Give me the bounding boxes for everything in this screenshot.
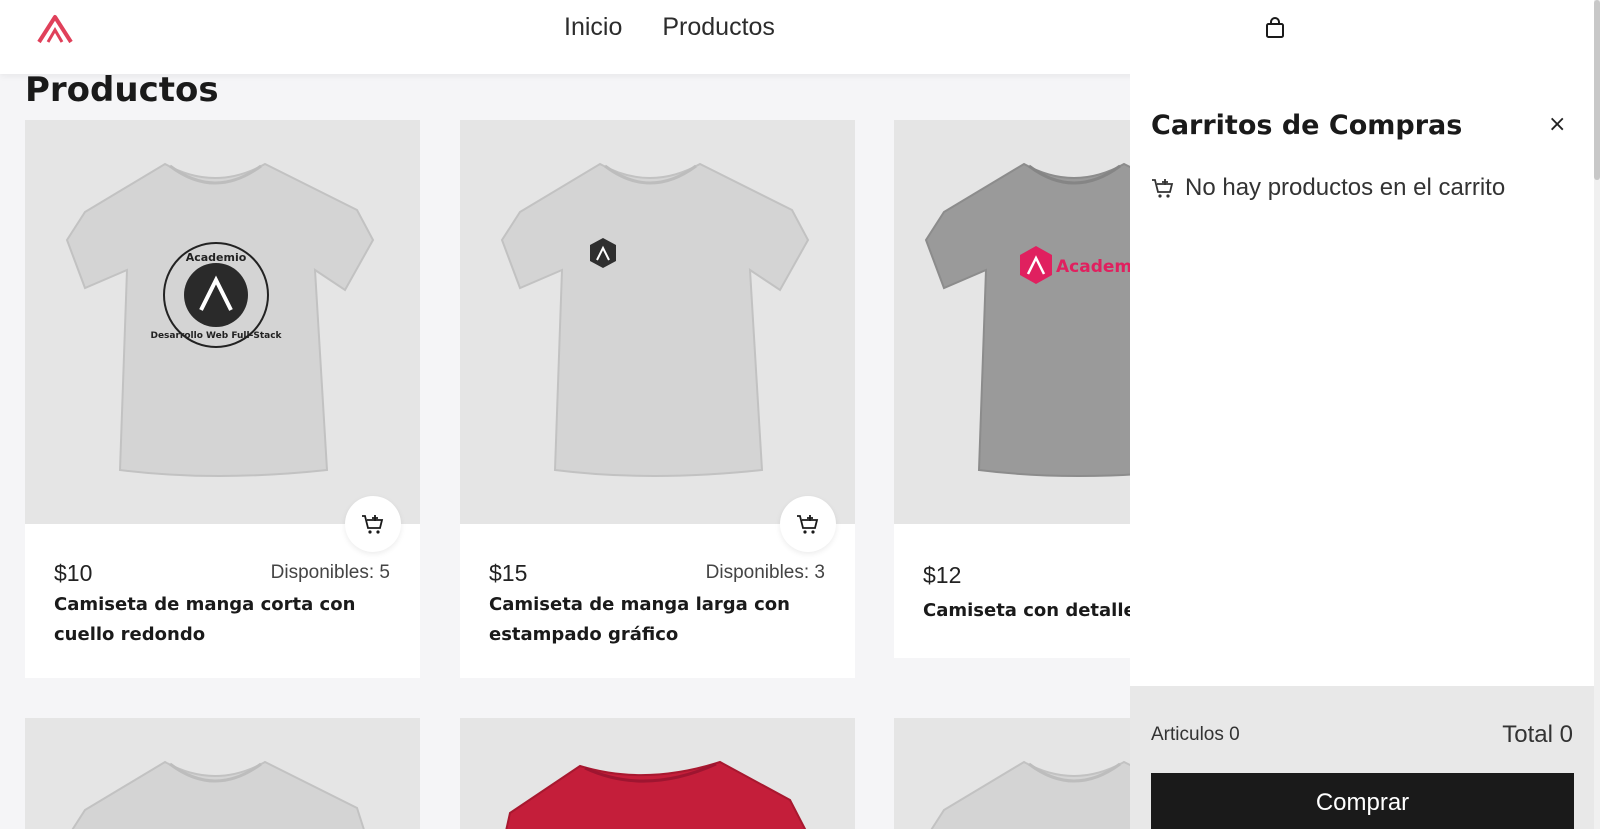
add-to-cart-button[interactable] — [780, 496, 836, 552]
cart-title: Carritos de Compras — [1151, 110, 1463, 141]
cart-total: Total 0 — [1502, 721, 1573, 748]
logo-icon[interactable] — [36, 14, 74, 44]
cart-drawer: Carritos de Compras × No hay productos e… — [1130, 74, 1594, 829]
cart-articles-count: Articulos 0 — [1151, 724, 1240, 745]
product-price: $12 — [923, 562, 962, 588]
cart-empty-message: No hay productos en el carrito — [1185, 174, 1506, 201]
close-icon[interactable]: × — [1548, 112, 1566, 137]
badge-text-bottom: Desarrollo Web Full-Stack — [150, 331, 282, 341]
product-image — [460, 718, 855, 829]
shopping-bag-icon[interactable] — [1264, 17, 1286, 39]
page-scrollbar[interactable] — [1594, 0, 1600, 829]
cart-icon — [1152, 179, 1174, 198]
product-image — [460, 120, 855, 524]
product-name: Camiseta de manga larga con estampado gr… — [489, 594, 790, 645]
product-image: Academio Desarrollo Web Full-Stack — [25, 120, 420, 524]
brand-print-text: Academ — [1056, 257, 1132, 277]
product-card[interactable]: $15 Disponibles: 3 Camiseta de manga lar… — [460, 120, 855, 678]
add-to-cart-icon — [797, 515, 819, 534]
product-name: Camiseta de manga corta con cuello redon… — [54, 594, 356, 645]
buy-button[interactable]: Comprar — [1151, 773, 1574, 829]
nav-item-inicio[interactable]: Inicio — [564, 13, 622, 42]
product-price: $15 — [489, 560, 528, 586]
add-to-cart-icon — [362, 515, 384, 534]
product-stock: Disponibles: 3 — [705, 562, 825, 583]
product-image — [25, 718, 420, 829]
page-title: Productos — [25, 70, 219, 110]
product-card[interactable] — [460, 718, 855, 829]
top-navbar: Inicio Productos — [0, 0, 1600, 74]
scrollbar-thumb[interactable] — [1594, 0, 1600, 180]
product-card[interactable] — [25, 718, 420, 829]
cart-footer: Articulos 0 Total 0 Comprar — [1130, 686, 1594, 829]
product-price: $10 — [54, 560, 93, 586]
product-stock: Disponibles: 5 — [270, 562, 390, 583]
cart-empty-state: No hay productos en el carrito — [1151, 174, 1505, 202]
badge-text-top: Academio — [186, 251, 247, 264]
product-card[interactable]: Academio Desarrollo Web Full-Stack $10 D… — [25, 120, 420, 678]
nav-item-productos[interactable]: Productos — [662, 13, 775, 42]
add-to-cart-button[interactable] — [345, 496, 401, 552]
main-nav: Inicio Productos — [564, 13, 775, 42]
